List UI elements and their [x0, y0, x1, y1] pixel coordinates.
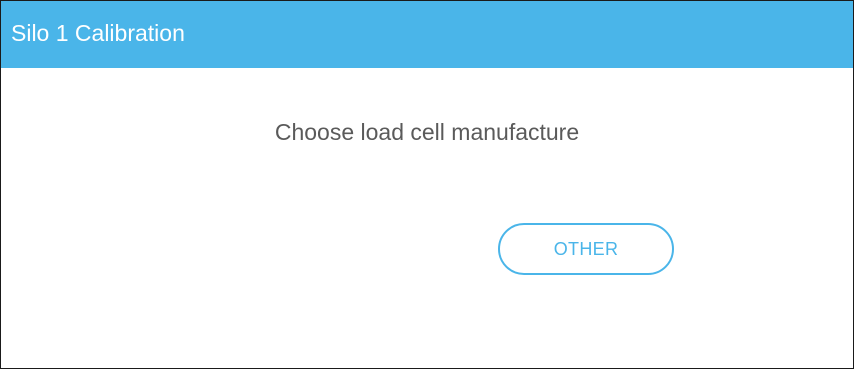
dialog-title: Silo 1 Calibration	[11, 20, 185, 46]
dialog-header: Silo 1 Calibration	[1, 1, 853, 68]
calibration-dialog: Silo 1 Calibration Choose load cell manu…	[0, 0, 854, 369]
manufacturer-prompt: Choose load cell manufacture	[274, 119, 580, 145]
other-button[interactable]: OTHER	[498, 223, 674, 275]
